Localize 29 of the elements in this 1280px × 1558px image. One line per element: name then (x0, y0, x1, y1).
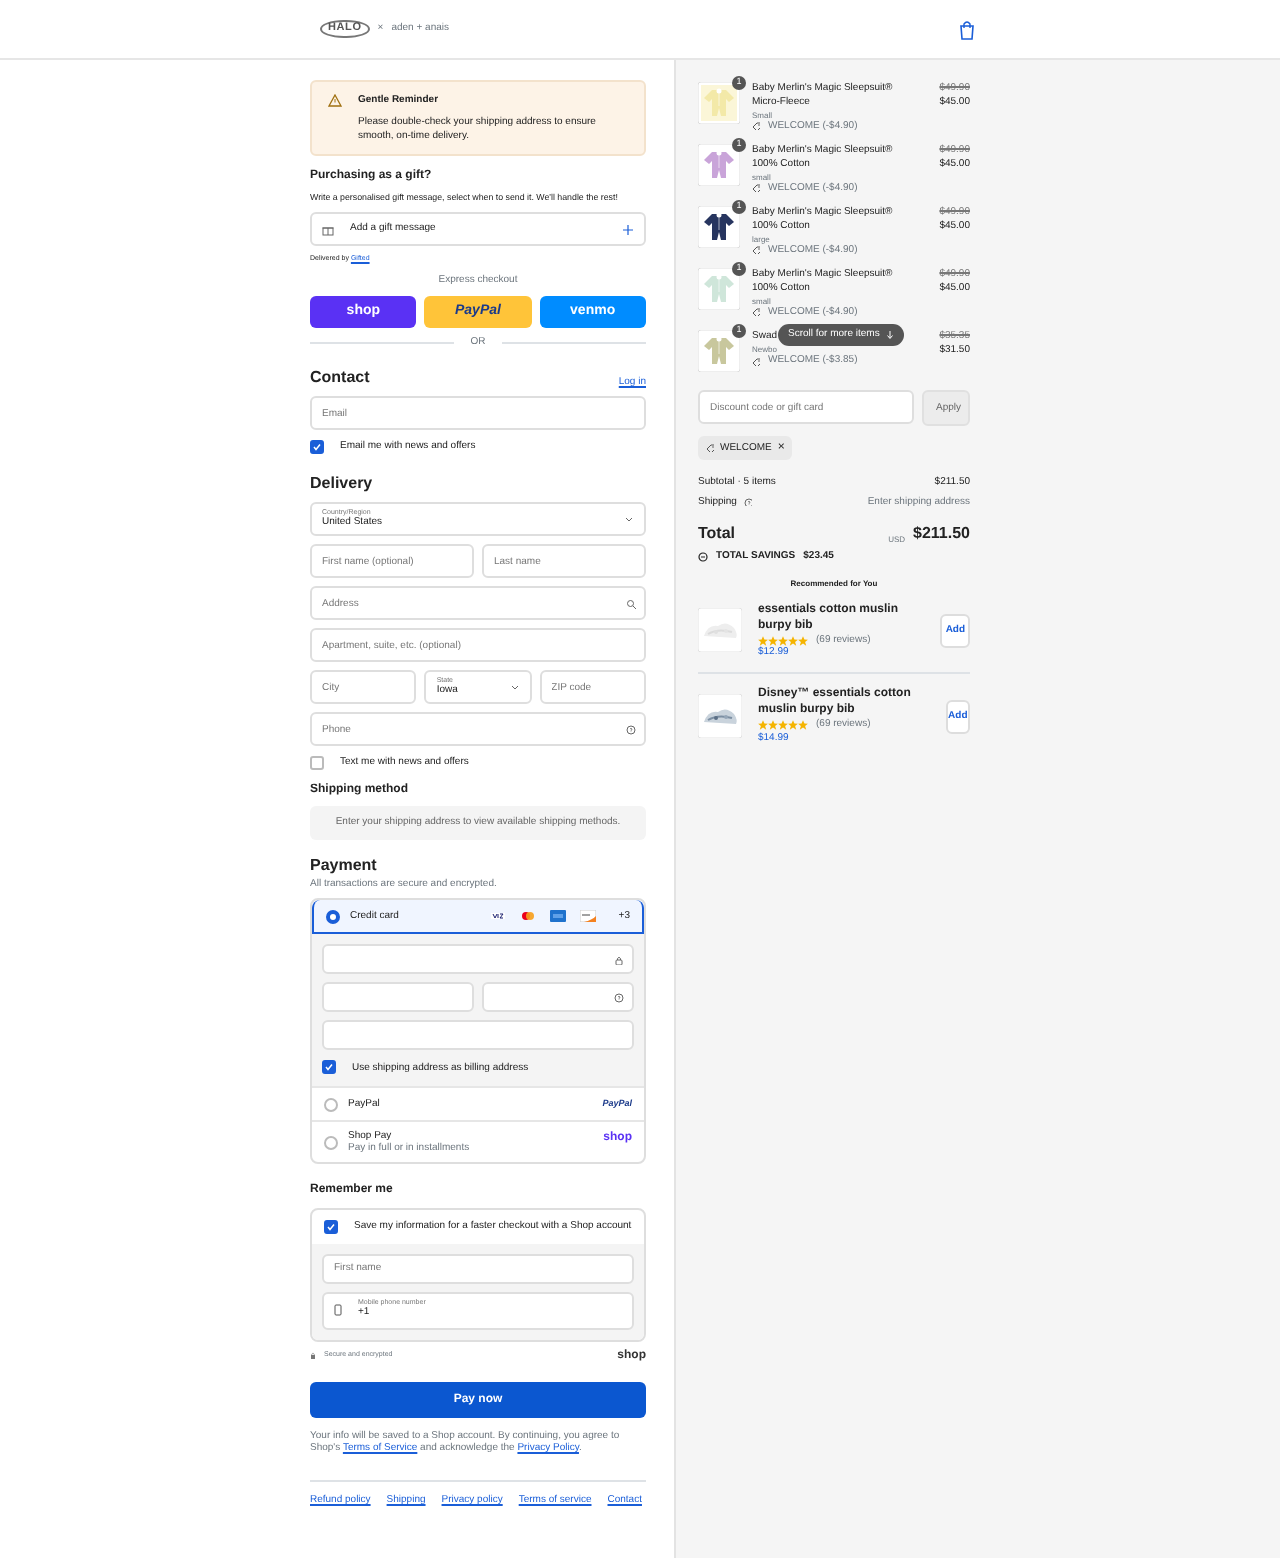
radio-button[interactable] (326, 909, 340, 924)
warning-icon (328, 94, 342, 108)
lock-icon (310, 1351, 316, 1360)
name-on-card-field[interactable] (322, 1020, 634, 1051)
help-icon (626, 724, 636, 735)
checkbox[interactable] (324, 1219, 338, 1234)
total-value: $211.50 (913, 523, 970, 545)
card-number-field[interactable] (322, 944, 634, 975)
security-code-field[interactable] (482, 982, 634, 1013)
savings-icon (698, 552, 708, 563)
gift-icon (322, 223, 334, 236)
card-logo-icon (580, 910, 597, 923)
radio-button[interactable] (324, 1135, 338, 1150)
checkbox[interactable] (310, 756, 324, 771)
plus-icon[interactable] (622, 223, 634, 236)
search-icon (626, 598, 636, 609)
lock-icon (614, 954, 624, 965)
checkbox[interactable] (310, 440, 324, 455)
expiry-field[interactable] (322, 982, 474, 1013)
section-title: Payment (310, 855, 379, 878)
total-label: Total (698, 523, 736, 545)
radio-button[interactable] (324, 1097, 338, 1112)
help-icon (614, 992, 624, 1003)
section-title: Contact (310, 367, 370, 389)
section-title: Delivery (310, 474, 375, 497)
cart-icon[interactable] (958, 19, 976, 39)
down-arrow-icon (885, 329, 894, 340)
checkbox[interactable] (322, 1060, 336, 1075)
phone-icon (334, 1304, 342, 1317)
